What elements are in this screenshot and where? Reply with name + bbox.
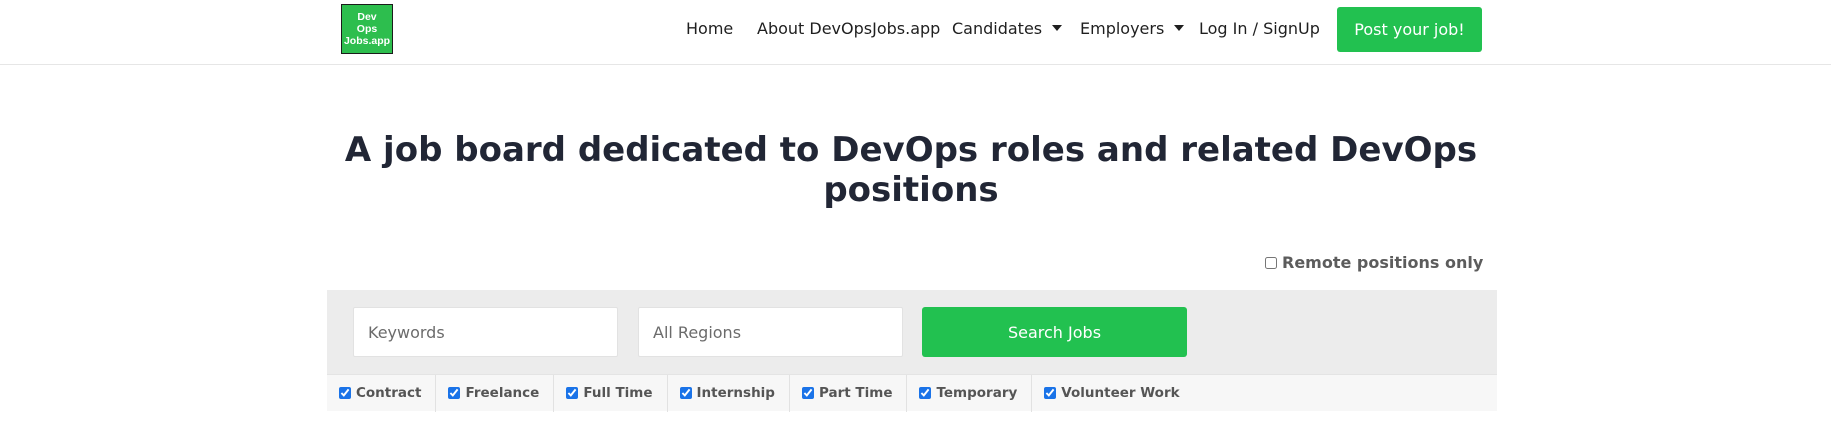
nav-employers-label: Employers: [1080, 18, 1165, 38]
job-type-internship[interactable]: Internship: [668, 374, 790, 412]
site-header: Dev Ops Jobs.app Home About DevOpsJobs.a…: [0, 0, 1831, 65]
job-type-label: Freelance: [465, 385, 540, 401]
nav-login-label: Log In / SignUp: [1199, 18, 1320, 38]
job-type-label: Temporary: [936, 385, 1018, 401]
job-type-label: Contract: [356, 385, 422, 401]
remote-only-label: Remote positions only: [1282, 253, 1484, 272]
page-title: A job board dedicated to DevOps roles an…: [344, 130, 1478, 210]
nav-home[interactable]: Home: [686, 18, 733, 38]
job-type-freelance[interactable]: Freelance: [436, 374, 555, 412]
regions-select[interactable]: [638, 307, 903, 357]
job-type-checkbox[interactable]: [679, 387, 692, 399]
job-type-checkbox[interactable]: [448, 387, 461, 399]
job-type-label: Full Time: [583, 385, 653, 401]
job-type-checkbox[interactable]: [1044, 387, 1057, 399]
logo-text: Dev Ops Jobs.app: [343, 11, 391, 47]
nav-home-label: Home: [686, 18, 734, 38]
job-type-label: Volunteer Work: [1061, 385, 1180, 401]
chevron-down-icon: [1052, 25, 1063, 31]
search-panel: Search Jobs: [327, 290, 1497, 374]
job-type-label: Part Time: [818, 385, 893, 401]
job-type-volunteer-work[interactable]: Volunteer Work: [1032, 375, 1193, 412]
job-type-label: Internship: [696, 385, 775, 401]
job-type-temporary[interactable]: Temporary: [907, 374, 1033, 412]
job-type-full-time[interactable]: Full Time: [554, 374, 668, 412]
nav-employers[interactable]: Employers: [1080, 18, 1185, 38]
remote-only-checkbox[interactable]: [1265, 256, 1277, 269]
chevron-down-icon: [1174, 25, 1185, 31]
job-type-checkbox[interactable]: [801, 387, 814, 399]
nav-candidates-label: Candidates: [952, 18, 1043, 38]
job-type-contract[interactable]: Contract: [327, 374, 437, 412]
job-type-part-time[interactable]: Part Time: [790, 374, 908, 412]
keywords-input[interactable]: [353, 307, 618, 357]
job-type-checkbox[interactable]: [339, 387, 351, 399]
job-type-filters: Contract Freelance Full Time Internship …: [327, 374, 1497, 412]
nav-login-signup[interactable]: Log In / SignUp: [1199, 18, 1320, 38]
remote-only-toggle[interactable]: Remote positions only: [1265, 253, 1483, 272]
site-logo[interactable]: Dev Ops Jobs.app: [341, 4, 393, 54]
nav-candidates[interactable]: Candidates: [952, 18, 1063, 38]
post-job-button[interactable]: Post your job!: [1337, 7, 1482, 52]
nav-about[interactable]: About DevOpsJobs.app: [757, 18, 940, 38]
search-jobs-button[interactable]: Search Jobs: [922, 307, 1187, 357]
job-type-checkbox[interactable]: [566, 387, 579, 399]
nav-about-label: About DevOpsJobs.app: [757, 18, 941, 38]
job-type-checkbox[interactable]: [919, 387, 932, 399]
